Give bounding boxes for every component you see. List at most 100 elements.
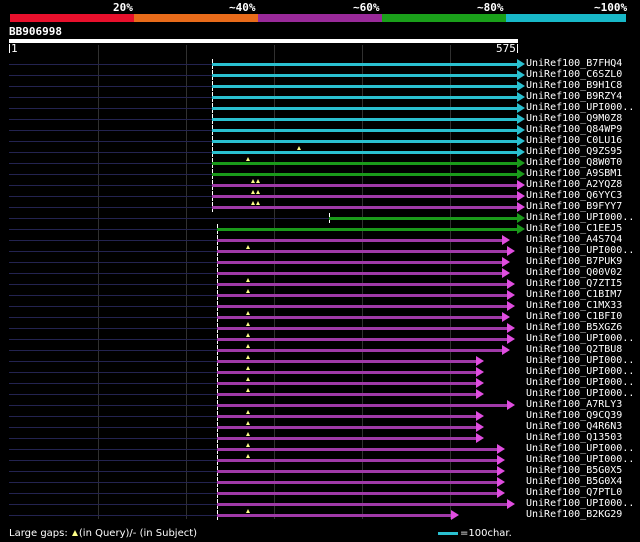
- footer-dash: -: [132, 528, 137, 539]
- unaligned-track: [9, 196, 212, 197]
- hit-track[interactable]: [217, 294, 507, 297]
- hit-track[interactable]: [217, 426, 476, 429]
- hit-track[interactable]: [212, 63, 517, 66]
- hit-track[interactable]: [217, 250, 507, 253]
- hit-track[interactable]: [217, 283, 507, 286]
- hit-track[interactable]: [217, 261, 502, 264]
- hit-label[interactable]: UniRef100_UPI000..: [526, 333, 634, 344]
- hit-label[interactable]: UniRef100_A2YQZ8: [526, 179, 622, 190]
- hit-track[interactable]: [217, 448, 497, 451]
- hit-track[interactable]: [212, 173, 517, 176]
- hit-end-arrow: [507, 400, 515, 410]
- hit-track[interactable]: [217, 470, 497, 473]
- unaligned-track: [9, 262, 217, 263]
- hit-label[interactable]: UniRef100_C6SZL0: [526, 69, 622, 80]
- hit-track[interactable]: [217, 459, 497, 462]
- hit-track[interactable]: [212, 184, 517, 187]
- legend-bar-1: [134, 14, 258, 22]
- hit-label[interactable]: UniRef100_UPI000..: [526, 355, 634, 366]
- hit-track[interactable]: [212, 151, 517, 154]
- hit-label[interactable]: UniRef100_B5XGZ6: [526, 322, 622, 333]
- hit-label[interactable]: UniRef100_Q6YYC3: [526, 190, 622, 201]
- hit-label[interactable]: UniRef100_Q7ZTI5: [526, 278, 622, 289]
- hit-track[interactable]: [329, 217, 517, 220]
- hit-label[interactable]: UniRef100_Q2TBU8: [526, 344, 622, 355]
- hit-label[interactable]: UniRef100_B7PUK9: [526, 256, 622, 267]
- unaligned-track: [9, 295, 217, 296]
- hit-label[interactable]: UniRef100_A9SBM1: [526, 168, 622, 179]
- hit-end-arrow: [517, 136, 525, 146]
- hit-label[interactable]: UniRef100_UPI000..: [526, 102, 634, 113]
- hit-label[interactable]: UniRef100_B5G0X5: [526, 465, 622, 476]
- hit-label[interactable]: UniRef100_UPI000..: [526, 366, 634, 377]
- gap-marker: [246, 157, 250, 161]
- hit-label[interactable]: UniRef100_B9H1C8: [526, 80, 622, 91]
- hit-label[interactable]: UniRef100_B2KG29: [526, 509, 622, 520]
- hit-track[interactable]: [217, 481, 497, 484]
- hit-label[interactable]: UniRef100_UPI000..: [526, 443, 634, 454]
- hit-track[interactable]: [217, 316, 502, 319]
- hit-end-arrow: [497, 488, 505, 498]
- hit-label[interactable]: UniRef100_UPI000..: [526, 498, 634, 509]
- hit-label[interactable]: UniRef100_UPI000..: [526, 388, 634, 399]
- hit-track[interactable]: [217, 437, 476, 440]
- hit-end-arrow: [507, 499, 515, 509]
- unaligned-track: [9, 207, 212, 208]
- hit-track[interactable]: [217, 239, 502, 242]
- hit-label[interactable]: UniRef100_A4S7Q4: [526, 234, 622, 245]
- hit-label[interactable]: UniRef100_Q9CQ39: [526, 410, 622, 421]
- hit-label[interactable]: UniRef100_Q4R6N3: [526, 421, 622, 432]
- unaligned-track: [9, 86, 212, 87]
- hit-label[interactable]: UniRef100_UPI000..: [526, 377, 634, 388]
- hit-label[interactable]: UniRef100_Q9ZS95: [526, 146, 622, 157]
- hit-label[interactable]: UniRef100_B9RZY4: [526, 91, 622, 102]
- hit-label[interactable]: UniRef100_Q84WP9: [526, 124, 622, 135]
- hit-label[interactable]: UniRef100_UPI000..: [526, 245, 634, 256]
- unaligned-track: [9, 328, 217, 329]
- hit-label[interactable]: UniRef100_C0LU16: [526, 135, 622, 146]
- hit-track[interactable]: [217, 393, 476, 396]
- hit-track[interactable]: [217, 503, 507, 506]
- hit-label[interactable]: UniRef100_A7RLY3: [526, 399, 622, 410]
- hit-track[interactable]: [217, 371, 476, 374]
- hit-label[interactable]: UniRef100_C1EEJ5: [526, 223, 622, 234]
- unaligned-track: [9, 97, 212, 98]
- hit-track[interactable]: [212, 85, 517, 88]
- hit-label[interactable]: UniRef100_UPI000..: [526, 212, 634, 223]
- hit-track[interactable]: [212, 162, 517, 165]
- hit-end-arrow: [507, 323, 515, 333]
- hit-label[interactable]: UniRef100_C1BIM7: [526, 289, 622, 300]
- hit-track[interactable]: [212, 129, 517, 132]
- hit-track[interactable]: [212, 107, 517, 110]
- hit-track[interactable]: [217, 305, 507, 308]
- hit-track[interactable]: [217, 404, 507, 407]
- hit-label[interactable]: UniRef100_Q7PTL0: [526, 487, 622, 498]
- hit-label[interactable]: UniRef100_B7FHQ4: [526, 58, 622, 69]
- hit-label[interactable]: UniRef100_B5G0X4: [526, 476, 622, 487]
- hit-label[interactable]: UniRef100_C1BFI0: [526, 311, 622, 322]
- hit-label[interactable]: UniRef100_B9FYY7: [526, 201, 622, 212]
- hit-label[interactable]: UniRef100_Q13503: [526, 432, 622, 443]
- hit-track[interactable]: [217, 272, 502, 275]
- hit-track[interactable]: [212, 118, 517, 121]
- hit-label[interactable]: UniRef100_UPI000..: [526, 454, 634, 465]
- hit-track[interactable]: [217, 349, 502, 352]
- hit-track[interactable]: [217, 228, 517, 231]
- hit-track[interactable]: [217, 327, 507, 330]
- hit-track[interactable]: [217, 382, 476, 385]
- hit-track[interactable]: [212, 206, 517, 209]
- hit-track[interactable]: [217, 415, 476, 418]
- hit-track[interactable]: [217, 492, 497, 495]
- hit-label[interactable]: UniRef100_C1MX33: [526, 300, 622, 311]
- legend-bar-0: [10, 14, 134, 22]
- hit-track[interactable]: [212, 74, 517, 77]
- hit-label[interactable]: UniRef100_Q9M0Z8: [526, 113, 622, 124]
- hit-track[interactable]: [212, 195, 517, 198]
- hit-track[interactable]: [217, 338, 507, 341]
- hit-label[interactable]: UniRef100_Q00V02: [526, 267, 622, 278]
- hit-track[interactable]: [217, 514, 451, 517]
- hit-track[interactable]: [217, 360, 476, 363]
- hit-track[interactable]: [212, 96, 517, 99]
- hit-label[interactable]: UniRef100_Q8W0T0: [526, 157, 622, 168]
- hit-track[interactable]: [212, 140, 517, 143]
